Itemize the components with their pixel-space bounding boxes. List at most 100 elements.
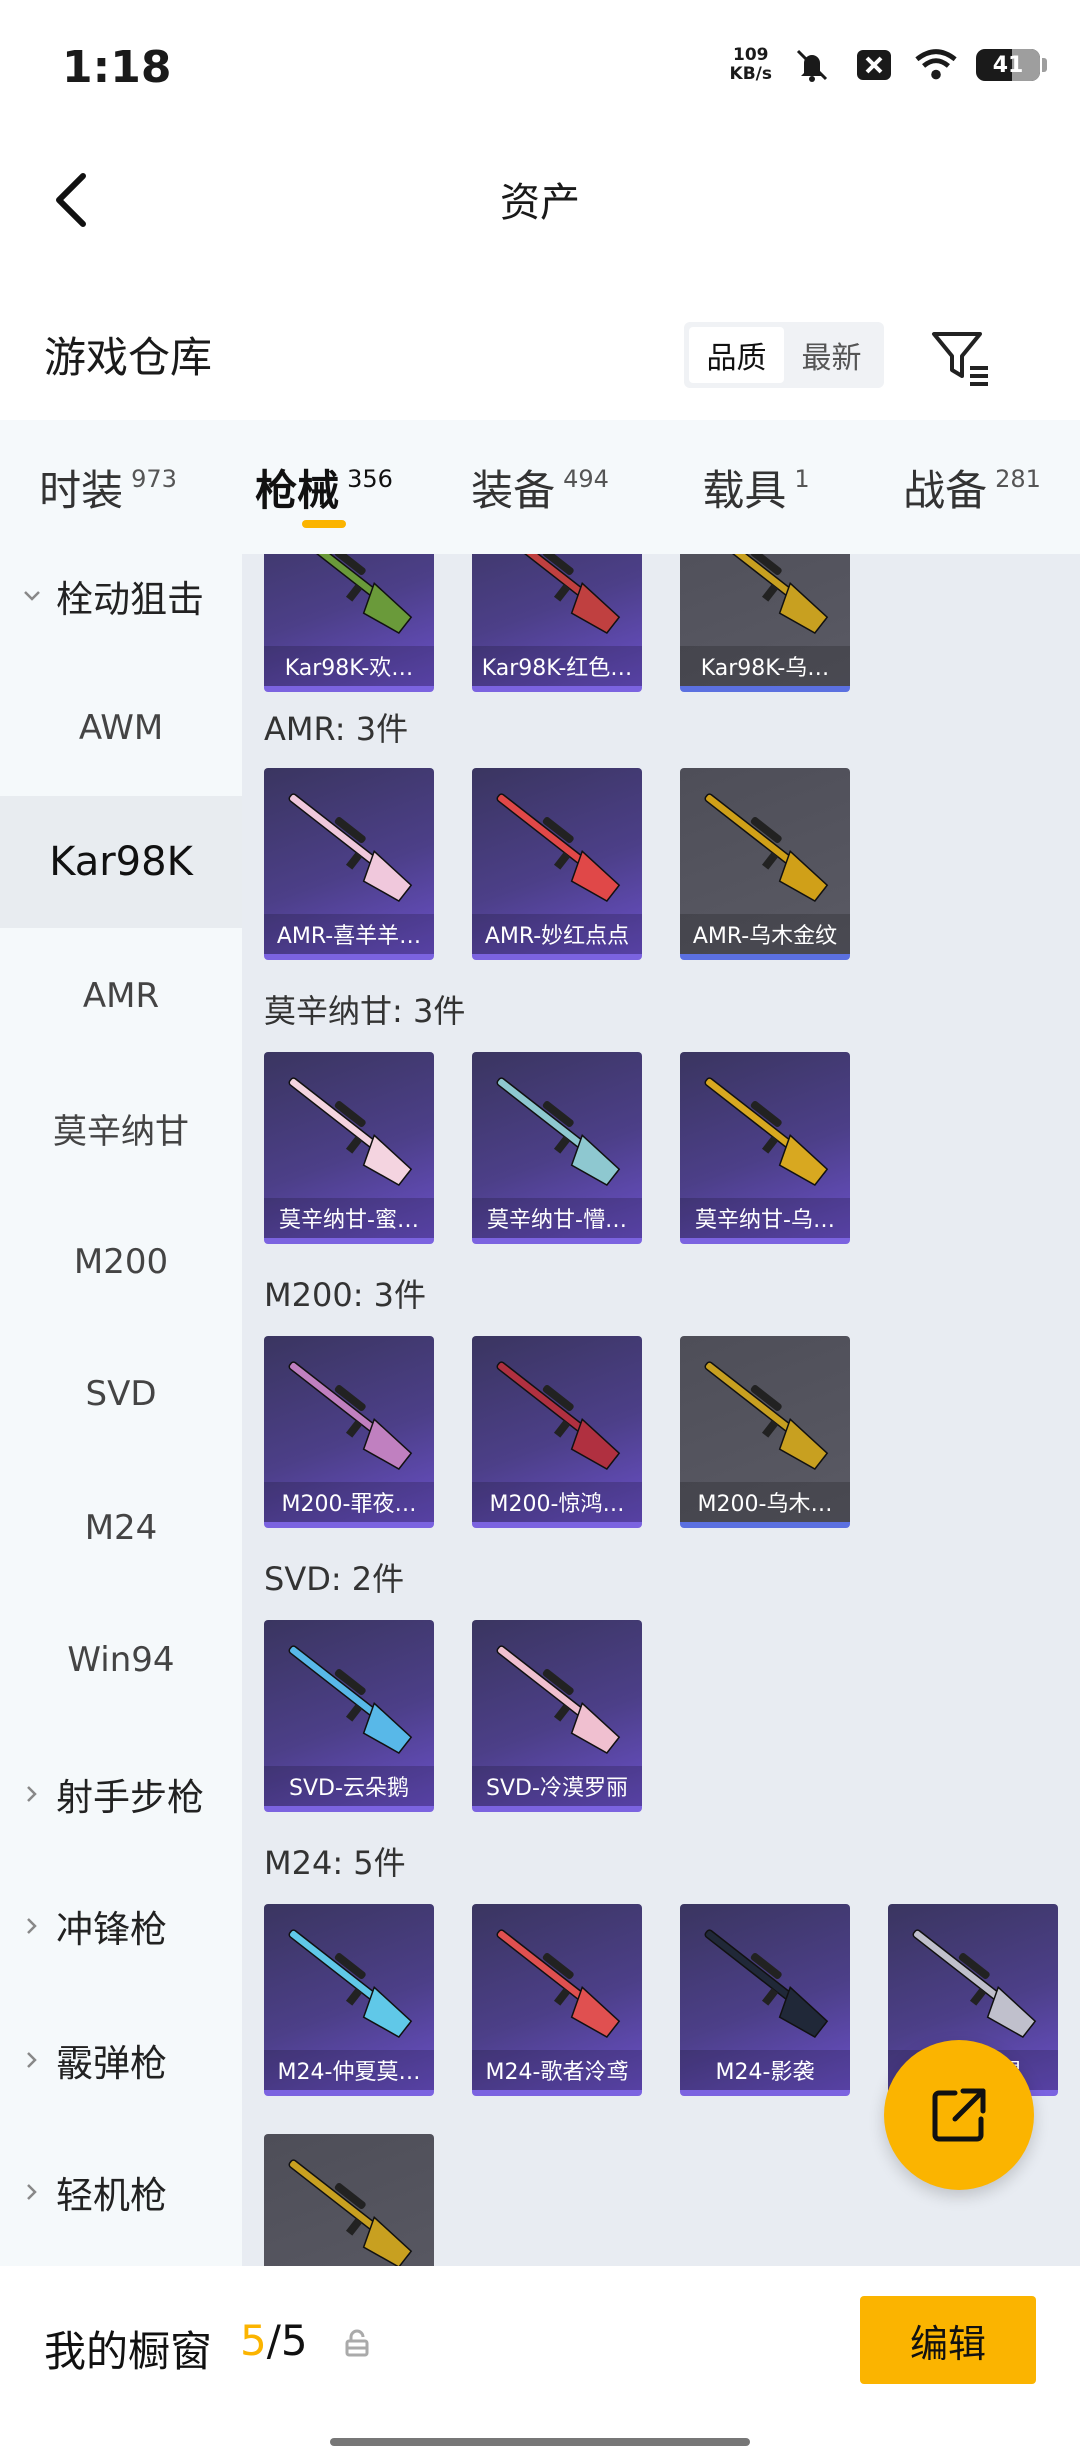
chevron-down-icon [20,584,44,608]
weapon-grid: Kar98K-欢… Kar98K-红色… Kar98K-乌… AMR: 3件 AMR-喜… [242,554,1080,2266]
sidebar-item-label: 射手步枪 [56,1776,204,1819]
warehouse-title: 游戏仓库 [44,333,213,382]
tab-label: 枪械 [255,465,340,515]
weapon-card[interactable]: Kar98K-红色… [472,554,642,692]
sidebar-item[interactable]: M24 [0,1462,242,1594]
section-title: SVD: 2件 [264,1560,405,1598]
edit-button[interactable]: 编辑 [860,2296,1036,2384]
sidebar-group[interactable]: 轻机枪 [0,2126,242,2258]
weapon-card[interactable]: M24-影袭 [680,1904,850,2096]
sort-toggle: 品质 最新 [684,322,884,388]
rifle-icon [496,1077,621,1186]
weapon-card[interactable]: M24-仲夏莫… [264,1904,434,2096]
sidebar-group[interactable]: 霰弹枪 [0,1994,242,2126]
weapon-card-label: M24-歌者泠鸢 [472,2050,642,2090]
battery-icon: 41 [976,49,1047,81]
status-time: 1:18 [62,42,172,93]
sort-quality-button[interactable]: 品质 [689,327,784,383]
weapon-card[interactable]: AMR-乌木金纹 [680,768,850,960]
rifle-icon [496,1929,621,2038]
tab-0[interactable]: 时装 973 [0,420,216,554]
sidebar-group[interactable]: 射手步枪 [0,1728,242,1860]
sidebar-group[interactable]: 栓动狙击 [0,554,242,662]
weapon-card[interactable]: 莫辛纳甘-蜜… [264,1052,434,1244]
weapon-card-label: Kar98K-乌… [680,646,850,686]
weapon-card[interactable]: M200-乌木… [680,1336,850,1528]
filter-button[interactable] [928,324,994,390]
sort-newest-button[interactable]: 最新 [784,327,879,383]
showcase-count-current: 5 [240,2316,267,2365]
tab-2[interactable]: 装备 494 [432,420,648,554]
category-tabs: 时装 973 枪械 356 装备 494 载具 1 战备 281 [0,420,1080,554]
weapon-card[interactable]: AMR-喜羊羊… [264,768,434,960]
weapon-card[interactable]: SVD-云朵鹅 [264,1620,434,1812]
weapon-card-label: 莫辛纳甘-懵… [472,1198,642,1238]
showcase-bar: 我的橱窗 5/5 编辑 [0,2266,1080,2460]
weapon-card-label: Kar98K-红色… [472,646,642,686]
sidebar-item[interactable]: AWM [0,662,242,794]
weapon-card[interactable]: M200-罪夜… [264,1336,434,1528]
rifle-icon [704,1077,829,1186]
weapon-card[interactable]: AMR-妙红点点 [472,768,642,960]
showcase-title: 我的橱窗 [44,2327,213,2376]
section-title: M24: 5件 [264,1844,406,1882]
sidebar-item-label: Kar98K [49,839,193,885]
rifle-icon [288,554,413,634]
tab-label: 时装 [39,465,124,515]
lock-icon [342,2328,372,2358]
weapon-card[interactable]: M200-惊鸿… [472,1336,642,1528]
weapon-card-label: M24-仲夏莫… [264,2050,434,2090]
weapon-card[interactable] [264,2134,434,2266]
weapon-card[interactable]: 莫辛纳甘-乌… [680,1052,850,1244]
rifle-icon [288,793,413,902]
weapon-card-label: 莫辛纳甘-乌… [680,1198,850,1238]
sidebar-item[interactable]: SVD [0,1328,242,1460]
tab-count: 973 [131,465,177,493]
tab-label: 装备 [471,465,556,515]
weapon-card[interactable]: SVD-冷漠罗丽 [472,1620,642,1812]
weapon-card[interactable]: 莫辛纳甘-懵… [472,1052,642,1244]
weapon-card-label: 莫辛纳甘-蜜… [264,1198,434,1238]
weapon-card[interactable]: Kar98K-欢… [264,554,434,692]
tab-count: 281 [995,465,1041,493]
sidebar-item-label: SVD [85,1374,157,1414]
tab-count: 1 [794,465,810,493]
section-title: AMR: 3件 [264,710,409,748]
sidebar-group[interactable]: 冲锋枪 [0,1860,242,1992]
weapon-card[interactable]: M24-歌者泠鸢 [472,1904,642,2096]
tab-count: 356 [347,465,393,493]
filter-icon [932,332,988,386]
sidebar-item[interactable]: Kar98K [0,796,242,928]
rifle-icon [288,1361,413,1470]
chevron-right-icon [20,1782,44,1806]
weapon-card[interactable]: Kar98K-乌… [680,554,850,692]
tab-1[interactable]: 枪械 356 [216,420,432,554]
weapon-card-label: M200-罪夜… [264,1482,434,1522]
tab-label: 战备 [903,465,988,515]
sidebar-item[interactable]: AMR [0,930,242,1062]
section-title: 莫辛纳甘: 3件 [264,992,466,1030]
sidebar-item-label: M200 [73,1242,169,1282]
tab-3[interactable]: 载具 1 [648,420,864,554]
weapon-card-label: M200-惊鸿… [472,1482,642,1522]
sidebar-item[interactable]: 莫辛纳甘 [0,1062,242,1194]
page-title: 资产 [500,180,580,226]
home-indicator[interactable] [330,2438,750,2446]
weapon-card-label: AMR-妙红点点 [472,914,642,954]
chevron-right-icon [20,1914,44,1938]
rifle-icon [704,1929,829,2038]
sidebar-item-label: Win94 [67,1640,175,1680]
share-button[interactable] [884,2040,1034,2190]
weapon-card-label: Kar98K-欢… [264,646,434,686]
rifle-icon [288,1077,413,1186]
rifle-icon [912,1929,1037,2038]
tab-4[interactable]: 战备 281 [864,420,1080,554]
net-speed-value: 109 [733,45,769,65]
rifle-icon [496,1361,621,1470]
sidebar-item[interactable]: Win94 [0,1594,242,1726]
rifle-icon [288,2159,413,2266]
sidebar-item[interactable]: M200 [0,1196,242,1328]
sidebar-item-label: AWM [78,708,164,748]
weapon-card-label: SVD-冷漠罗丽 [472,1766,642,1806]
showcase-count: 5/5 [240,2316,308,2365]
